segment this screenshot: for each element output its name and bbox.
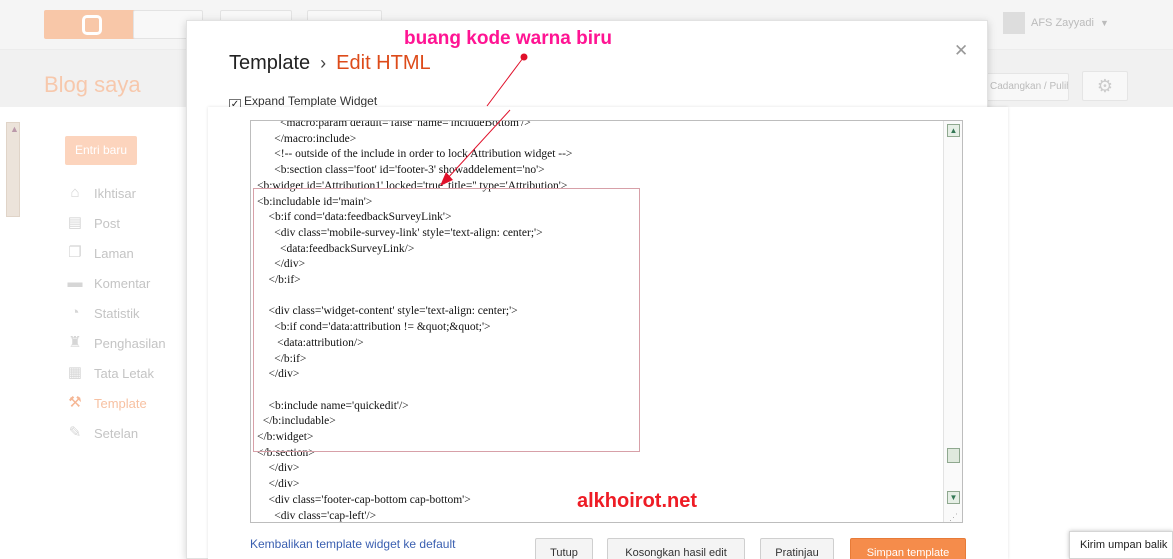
sidebar-item-label: Komentar xyxy=(94,275,151,291)
breadcrumb-current: Edit HTML xyxy=(336,52,431,74)
sidebar-item-laman[interactable]: ❐ Laman xyxy=(65,238,166,268)
scroll-up-icon[interactable]: ▲ xyxy=(947,124,960,137)
send-feedback-button[interactable]: Kirim umpan balik xyxy=(1069,531,1173,559)
scroll-down-icon[interactable]: ▼ xyxy=(947,491,960,504)
user-name: AFS Zayyadi xyxy=(1031,16,1094,29)
new-post-button[interactable]: Entri baru xyxy=(65,136,137,165)
gear-icon[interactable]: ⚙ xyxy=(1082,71,1128,101)
code-line[interactable]: <b:section class='foot' id='footer-3' sh… xyxy=(257,162,544,178)
user-menu[interactable]: AFS Zayyadi ▼ xyxy=(1003,12,1109,34)
sidebar-item-label: Ikhtisar xyxy=(94,185,136,201)
code-line[interactable]: <!-- outside of the include in order to … xyxy=(257,146,572,162)
posts-icon: ▤ xyxy=(67,214,83,231)
annotation-note: buang kode warna biru xyxy=(404,28,612,49)
resize-grip-icon[interactable]: ⋰ xyxy=(949,512,961,522)
stats-icon: ◔ xyxy=(70,304,80,321)
preview-button[interactable]: Pratinjau xyxy=(760,538,834,559)
sidebar-item-label: Setelan xyxy=(94,425,139,441)
backup-restore-button[interactable]: Cadangkan / Pulihkan xyxy=(985,73,1069,101)
sidebar-item-setelan[interactable]: ✎ Setelan xyxy=(65,418,166,448)
clear-edits-button[interactable]: Kosongkan hasil edit xyxy=(607,538,745,559)
sidebar-item-statistik[interactable]: ◔ Statistik xyxy=(65,298,166,328)
sidebar-item-komentar[interactable]: ▬ Komentar xyxy=(65,268,166,298)
wrench-icon: ✎ xyxy=(68,424,82,441)
sidebar-item-template[interactable]: ⚒ Template xyxy=(65,388,166,418)
save-template-button[interactable]: Simpan template xyxy=(850,538,966,559)
template-icon: ⚒ xyxy=(68,394,82,411)
breadcrumb-root[interactable]: Template xyxy=(229,52,310,74)
revert-widget-templates-link[interactable]: Kembalikan template widget ke default xyxy=(250,537,455,551)
code-line[interactable]: </div> xyxy=(257,460,300,476)
blog-title[interactable]: Blog saya xyxy=(44,72,141,98)
sidebar-item-label: Penghasilan xyxy=(94,335,166,351)
breadcrumb-separator: › xyxy=(320,53,327,73)
code-line[interactable]: <div class='cap-left'/> xyxy=(257,508,376,523)
editor-scrollbar[interactable]: ▲ ▼ xyxy=(943,121,962,522)
close-icon[interactable]: ✕ xyxy=(954,41,968,61)
close-button[interactable]: Tutup xyxy=(535,538,593,559)
code-line[interactable]: <macro:param default='false' name='inclu… xyxy=(257,121,531,131)
watermark: alkhoirot.net xyxy=(577,490,698,512)
expand-label: Expand Template Widget xyxy=(244,94,378,108)
sidebar-item-label: Post xyxy=(94,215,121,231)
sidebar-item-label: Template xyxy=(94,395,147,411)
sidebar-item-ikhtisar[interactable]: ⌂ Ikhtisar xyxy=(65,178,166,208)
sidebar-nav: ⌂ Ikhtisar ▤ Post ❐ Laman ▬ Komentar ◔ Statistik ♜… xyxy=(65,178,166,448)
scroll-thumb[interactable] xyxy=(947,448,960,463)
layout-icon: ▦ xyxy=(67,364,83,381)
sidebar-item-tata-letak[interactable]: ▦ Tata Letak xyxy=(65,358,166,388)
sidebar-item-label: Statistik xyxy=(94,305,140,321)
blogger-logo-mark xyxy=(82,15,102,35)
chevron-up-icon: ▲ xyxy=(10,124,19,134)
comments-icon: ▬ xyxy=(67,274,83,291)
sidebar-item-label: Tata Letak xyxy=(94,365,154,381)
breadcrumb: Template › Edit HTML xyxy=(229,52,431,75)
code-line[interactable]: <div class='footer-cap-bottom cap-bottom… xyxy=(257,492,471,508)
left-scrollbar[interactable]: ▲ xyxy=(6,122,20,217)
avatar xyxy=(1003,12,1025,34)
chevron-down-icon: ▼ xyxy=(1099,17,1109,28)
sidebar-item-post[interactable]: ▤ Post xyxy=(65,208,166,238)
sidebar-item-label: Laman xyxy=(94,245,134,261)
trophy-icon: ♜ xyxy=(68,334,82,351)
sidebar-item-penghasilan[interactable]: ♜ Penghasilan xyxy=(65,328,166,358)
blogger-logo[interactable] xyxy=(44,10,144,39)
home-icon: ⌂ xyxy=(70,184,80,201)
pages-icon: ❐ xyxy=(68,244,82,261)
highlight-outline xyxy=(253,188,640,452)
code-line[interactable]: </macro:include> xyxy=(257,131,356,147)
code-line[interactable]: </div> xyxy=(257,476,300,492)
